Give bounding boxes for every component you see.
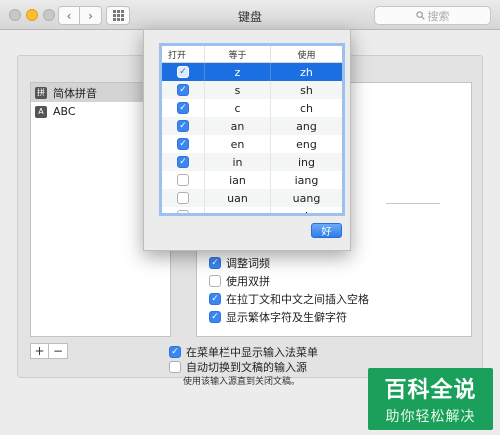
add-source-button[interactable]: + xyxy=(30,343,49,359)
table-header: 打开 等于 使用 xyxy=(162,46,342,63)
search-placeholder: 搜索 xyxy=(427,9,450,23)
equals-cell: in xyxy=(204,153,270,171)
use-cell: ch xyxy=(270,99,342,117)
show-traditional-option[interactable]: ✓ 显示繁体字符及生僻字符 xyxy=(209,309,347,325)
adjust-frequency-option[interactable]: ✓ 调整词频 xyxy=(209,255,270,271)
search-icon xyxy=(415,11,425,20)
divider xyxy=(386,203,440,204)
equals-cell: n xyxy=(204,207,270,213)
checkbox-checked[interactable]: ✓ xyxy=(209,293,221,305)
table-row[interactable]: ian iang xyxy=(162,171,342,189)
watermark-subtitle: 助你轻松解决 xyxy=(385,409,476,425)
checkbox-unchecked[interactable] xyxy=(209,275,221,287)
table-row[interactable]: ✓ s sh xyxy=(162,81,342,99)
use-cell: ang xyxy=(270,117,342,135)
header-enable[interactable]: 打开 xyxy=(162,46,204,62)
equals-cell: ian xyxy=(204,171,270,189)
checkbox-checked[interactable]: ✓ xyxy=(177,156,189,168)
checkbox-unchecked[interactable] xyxy=(169,361,181,373)
equals-cell: c xyxy=(204,99,270,117)
abc-source-icon: A xyxy=(35,105,47,118)
enable-cell xyxy=(162,189,204,207)
equals-cell: an xyxy=(204,117,270,135)
enable-cell xyxy=(162,207,204,213)
enable-cell: ✓ xyxy=(162,135,204,153)
pinyin-source-icon: 拼 xyxy=(35,86,47,99)
fuzzy-pinyin-sheet: 打开 等于 使用 ✓ z zh ✓ s sh ✓ c ch ✓ an ang ✓ en eng ✓ in ing i… xyxy=(143,29,351,251)
option-label: 使用双拼 xyxy=(226,275,270,288)
equals-cell: uan xyxy=(204,189,270,207)
equals-cell: en xyxy=(204,135,270,153)
table-row[interactable]: ✓ in ing xyxy=(162,153,342,171)
ok-button[interactable]: 好 xyxy=(311,223,342,238)
checkbox-checked[interactable]: ✓ xyxy=(177,102,189,114)
watermark-title: 百科全说 xyxy=(384,378,477,403)
checkbox-checked[interactable]: ✓ xyxy=(177,138,189,150)
search-field[interactable]: 搜索 xyxy=(374,6,491,25)
checkbox-checked[interactable]: ✓ xyxy=(209,257,221,269)
use-cell: sh xyxy=(270,81,342,99)
checkbox-checked[interactable]: ✓ xyxy=(177,120,189,132)
equals-cell: z xyxy=(204,63,270,81)
title-bar: ‹ › 键盘 搜索 xyxy=(0,0,500,30)
remove-source-button[interactable]: − xyxy=(49,343,68,359)
table-row[interactable]: uan uang xyxy=(162,189,342,207)
option-label: 在菜单栏中显示输入法菜单 xyxy=(186,346,318,359)
use-cell: l xyxy=(270,207,342,213)
checkbox-checked[interactable]: ✓ xyxy=(177,66,189,78)
option-label: 显示繁体字符及生僻字符 xyxy=(226,311,347,324)
show-menubar-option[interactable]: ✓ 在菜单栏中显示输入法菜单 xyxy=(169,344,318,360)
table-row[interactable]: ✓ z zh xyxy=(162,63,342,81)
option-label: 自动切换到文稿的输入源 xyxy=(186,361,307,374)
equals-cell: s xyxy=(204,81,270,99)
enable-cell: ✓ xyxy=(162,63,204,81)
table-row[interactable]: ✓ an ang xyxy=(162,117,342,135)
checkbox-checked[interactable]: ✓ xyxy=(169,346,181,358)
enable-cell: ✓ xyxy=(162,81,204,99)
watermark: 百科全说 助你轻松解决 xyxy=(368,368,493,430)
checkbox-unchecked[interactable] xyxy=(177,210,189,213)
table-row[interactable]: nl xyxy=(162,207,342,213)
header-equals[interactable]: 等于 xyxy=(204,46,270,62)
auto-switch-option[interactable]: 自动切换到文稿的输入源 xyxy=(169,359,307,375)
enable-cell: ✓ xyxy=(162,153,204,171)
table-row[interactable]: ✓ en eng xyxy=(162,135,342,153)
enable-cell xyxy=(162,171,204,189)
use-cell: uang xyxy=(270,189,342,207)
header-use[interactable]: 使用 xyxy=(270,46,342,62)
option-label: 调整词频 xyxy=(226,257,270,270)
use-cell: eng xyxy=(270,135,342,153)
enable-cell: ✓ xyxy=(162,99,204,117)
double-pinyin-option[interactable]: 使用双拼 xyxy=(209,273,270,289)
fuzzy-pinyin-table[interactable]: 打开 等于 使用 ✓ z zh ✓ s sh ✓ c ch ✓ an ang ✓ en eng ✓ in ing i… xyxy=(159,43,345,216)
use-cell: ing xyxy=(270,153,342,171)
checkbox-checked[interactable]: ✓ xyxy=(177,84,189,96)
add-remove-controls: + − xyxy=(30,343,68,359)
use-cell: zh xyxy=(270,63,342,81)
option-label: 在拉丁文和中文之间插入空格 xyxy=(226,293,369,306)
auto-switch-hint: 使用该输入源直到关闭文稿。 xyxy=(183,377,301,387)
table-row[interactable]: ✓ c ch xyxy=(162,99,342,117)
enable-cell: ✓ xyxy=(162,117,204,135)
source-label: ABC xyxy=(53,105,76,118)
checkbox-unchecked[interactable] xyxy=(177,174,189,186)
checkbox-checked[interactable]: ✓ xyxy=(209,311,221,323)
use-cell: iang xyxy=(270,171,342,189)
checkbox-unchecked[interactable] xyxy=(177,192,189,204)
insert-space-option[interactable]: ✓ 在拉丁文和中文之间插入空格 xyxy=(209,291,369,307)
source-label: 简体拼音 xyxy=(53,86,97,100)
